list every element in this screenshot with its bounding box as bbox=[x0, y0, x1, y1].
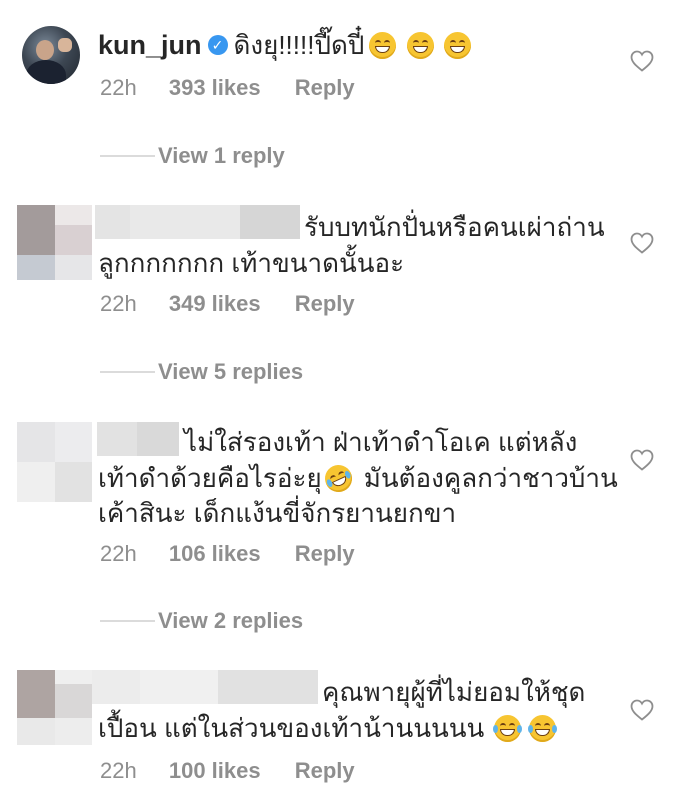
view-replies-line bbox=[100, 371, 155, 373]
comment-meta: 22h 106 likes Reply bbox=[100, 541, 355, 567]
reply-button[interactable]: Reply bbox=[295, 758, 355, 783]
comment-text-line: เท้าดำด้วยคือไรอ่ะยุ มันต้องคูลกว่าชาวบ้… bbox=[98, 460, 618, 496]
grinning-emoji-icon bbox=[369, 31, 397, 59]
view-replies-button[interactable]: View 1 reply bbox=[158, 143, 285, 169]
view-replies-line bbox=[100, 620, 155, 622]
heart-outline-icon[interactable] bbox=[630, 449, 654, 471]
comment-text: ดิงยุ!!!!!ปี๊ดปี๋ bbox=[233, 30, 365, 60]
blurred-username[interactable] bbox=[97, 422, 179, 456]
emoji-group bbox=[366, 31, 472, 59]
username[interactable]: kun_jun bbox=[98, 30, 202, 61]
comment-time[interactable]: 22h bbox=[100, 541, 137, 566]
comment-time[interactable]: 22h bbox=[100, 758, 137, 783]
comment-text-line: เปื้อน แต่ในส่วนของเท้าน้านนนนน bbox=[98, 710, 558, 746]
comment-meta: 22h 100 likes Reply bbox=[100, 758, 355, 784]
comment-text-segment: เปื้อน แต่ในส่วนของเท้าน้านนนนน bbox=[98, 713, 485, 743]
likes-count[interactable]: 349 likes bbox=[169, 291, 261, 316]
blurred-username[interactable] bbox=[92, 670, 318, 704]
likes-count[interactable]: 393 likes bbox=[169, 75, 261, 100]
likes-count[interactable]: 100 likes bbox=[169, 758, 261, 783]
reply-button[interactable]: Reply bbox=[295, 75, 355, 100]
comment-text-line: รับบทนักปั่นหรือคนเผ่าถ่าน bbox=[304, 212, 605, 242]
blurred-avatar[interactable] bbox=[17, 205, 92, 280]
verified-badge-icon: ✓ bbox=[207, 35, 228, 55]
grinning-emoji-icon bbox=[444, 31, 472, 59]
reply-button[interactable]: Reply bbox=[295, 291, 355, 316]
comment-text-line: ลูกกกกกกก เท้าขนาดนั้นอะ bbox=[98, 248, 405, 278]
reply-button[interactable]: Reply bbox=[295, 541, 355, 566]
comment-text-line: เค้าสินะ เด็กแง้นขี่จักรยานยกขา bbox=[98, 498, 457, 528]
blurred-avatar[interactable] bbox=[17, 670, 92, 745]
comment-text-line: คุณพายุผู้ที่ไม่ยอมให้ชุด bbox=[322, 677, 586, 707]
blurred-username[interactable] bbox=[95, 205, 300, 239]
tears-of-joy-emoji-icon bbox=[493, 714, 523, 742]
rofl-emoji-icon bbox=[320, 460, 357, 496]
tears-of-joy-emoji-icon bbox=[528, 714, 558, 742]
comment-text-line: ไม่ใส่รองเท้า ฝ่าเท้าดำโอเค แต่หลัง bbox=[184, 427, 578, 457]
comment-row-1: kun_jun ✓ ดิงยุ!!!!!ปี๊ดปี๋ bbox=[98, 26, 472, 64]
comment-time[interactable]: 22h bbox=[100, 75, 137, 100]
comment-meta: 22h 349 likes Reply bbox=[100, 291, 355, 317]
view-replies-button[interactable]: View 5 replies bbox=[158, 359, 303, 385]
avatar-suit bbox=[26, 60, 66, 84]
heart-outline-icon[interactable] bbox=[630, 699, 654, 721]
blurred-avatar[interactable] bbox=[17, 422, 92, 502]
heart-outline-icon[interactable] bbox=[630, 232, 654, 254]
view-replies-button[interactable]: View 2 replies bbox=[158, 608, 303, 634]
view-replies-line bbox=[100, 155, 155, 157]
comment-time[interactable]: 22h bbox=[100, 291, 137, 316]
comment-text-segment: มันต้องคูลกว่าชาวบ้าน bbox=[363, 463, 618, 493]
likes-count[interactable]: 106 likes bbox=[169, 541, 261, 566]
comment-text-segment: เท้าดำด้วยคือไรอ่ะยุ bbox=[98, 463, 322, 493]
heart-outline-icon[interactable] bbox=[630, 50, 654, 72]
avatar-face bbox=[36, 40, 54, 60]
grinning-emoji-icon bbox=[406, 31, 434, 59]
avatar[interactable] bbox=[22, 26, 80, 84]
avatar-hand bbox=[58, 38, 72, 52]
comment-meta: 22h 393 likes Reply bbox=[100, 75, 355, 101]
